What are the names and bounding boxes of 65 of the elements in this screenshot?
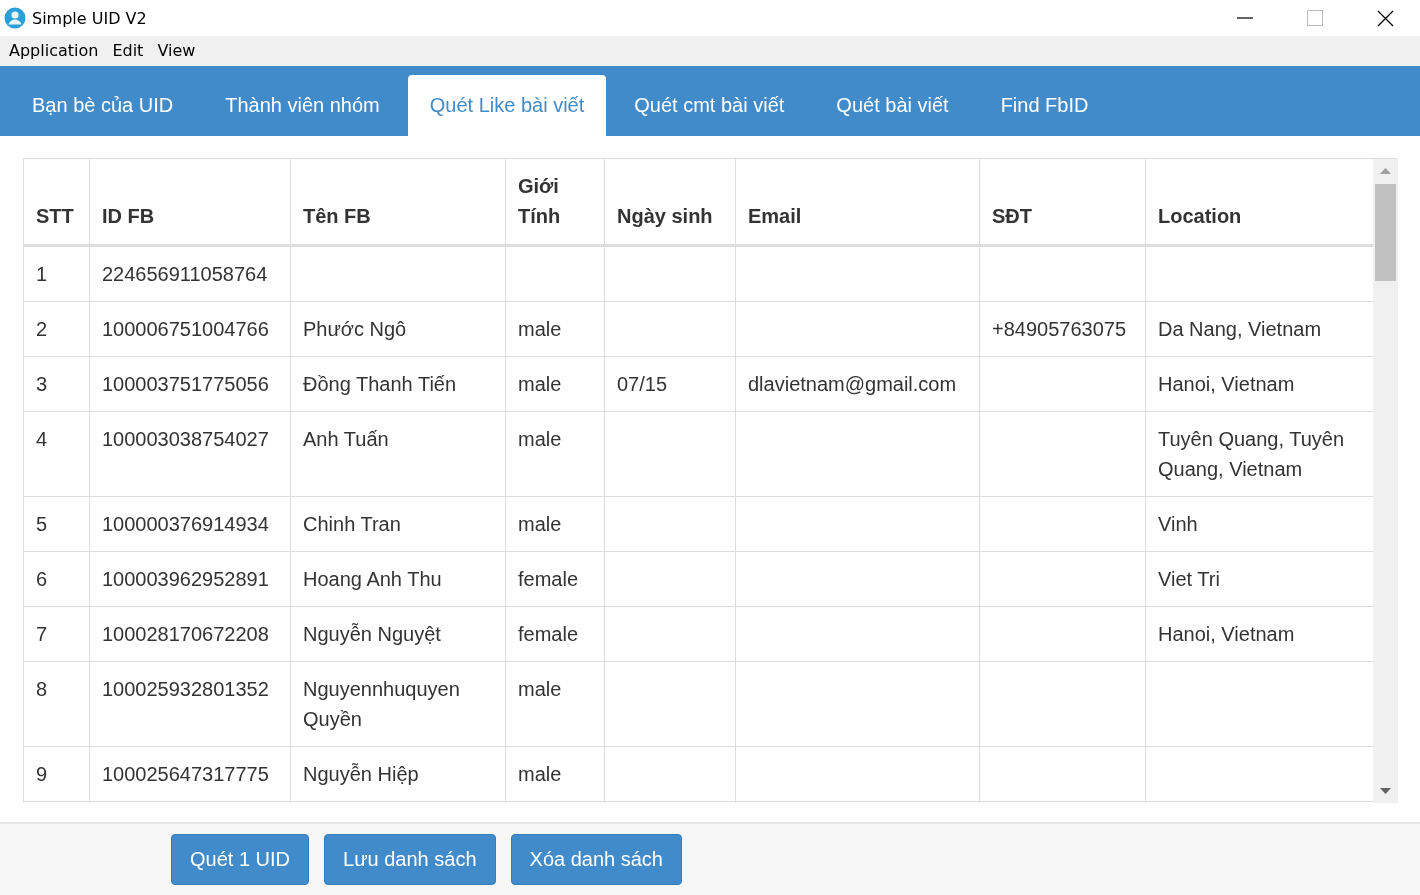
table-cell: Nguyễn Nguyệt — [290, 606, 506, 662]
action-button[interactable]: Lưu danh sách — [324, 834, 496, 886]
table-cell: Anh Tuấn — [290, 411, 506, 497]
column-header[interactable]: SĐT — [979, 159, 1146, 246]
column-header[interactable]: STT — [23, 159, 90, 246]
table-cell: Phước Ngô — [290, 301, 506, 357]
table-cell: 7 — [23, 606, 90, 662]
table-cell: dlavietnam@gmail.com — [735, 356, 980, 412]
table-cell: 100003751775056 — [89, 356, 291, 412]
table-cell: Chinh Tran — [290, 496, 506, 552]
table-cell: 100025932801352 — [89, 661, 291, 747]
action-button[interactable]: Xóa danh sách — [510, 834, 682, 886]
table-cell: Nguyennhuquyen Quyền — [290, 661, 506, 747]
table-cell: Nguyễn Hiệp — [290, 746, 506, 802]
table-cell: 100000376914934 — [89, 496, 291, 552]
column-header[interactable]: ID FB — [89, 159, 291, 246]
tab[interactable]: Quét bài viết — [812, 75, 973, 137]
table-cell: 100028170672208 — [89, 606, 291, 662]
table-cell: female — [505, 551, 605, 607]
table-cell: female — [505, 606, 605, 662]
table-cell: 5 — [23, 496, 90, 552]
tab[interactable]: Bạn bè của UID — [8, 75, 198, 137]
table-cell: male — [505, 356, 605, 412]
table-cell: male — [505, 411, 605, 497]
table-cell: 9 — [23, 746, 90, 802]
table-cell: male — [505, 661, 605, 747]
action-button[interactable]: Quét 1 UID — [171, 834, 310, 886]
minimize-icon — [1237, 17, 1253, 19]
table-cell: 6 — [23, 551, 90, 607]
window-title: Simple UID V2 — [32, 8, 148, 28]
app-logo-icon — [4, 7, 26, 29]
column-header[interactable]: Email — [735, 159, 980, 246]
scrollbar-thumb[interactable] — [1375, 184, 1396, 282]
table-cell: 07/15 — [604, 356, 736, 412]
table-cell: 224656911058764 — [89, 245, 291, 302]
column-header[interactable]: Giới Tính — [505, 159, 605, 246]
table-cell: Đồng Thanh Tiến — [290, 356, 506, 412]
tab[interactable]: Find FbID — [976, 75, 1113, 137]
tab[interactable]: Thành viên nhóm — [201, 75, 404, 137]
table-cell: 100025647317775 — [89, 746, 291, 802]
table-cell: 100003038754027 — [89, 411, 291, 497]
maximize-icon — [1307, 10, 1323, 26]
table-cell: Hoang Anh Thu — [290, 551, 506, 607]
table-cell: 1 — [23, 245, 90, 302]
table-cell: 100003962952891 — [89, 551, 291, 607]
tab[interactable]: Quét cmt bài viết — [610, 75, 809, 137]
menu-item[interactable]: Application — [2, 41, 106, 61]
tab[interactable]: Quét Like bài viết — [407, 75, 607, 137]
scroll-down-arrow-icon[interactable] — [1380, 788, 1391, 796]
menu-item[interactable]: View — [150, 41, 203, 61]
column-header[interactable]: Tên FB — [290, 159, 506, 246]
menu-item[interactable]: Edit — [105, 41, 151, 61]
table-cell: male — [505, 746, 605, 802]
table-cell: 8 — [23, 661, 90, 747]
table-cell: +84905763075 — [979, 301, 1146, 357]
table-cell: 2 — [23, 301, 90, 357]
scroll-up-arrow-icon[interactable] — [1380, 167, 1391, 175]
table-cell: male — [505, 301, 605, 357]
scrollbar[interactable] — [1373, 159, 1398, 804]
table-cell: 100006751004766 — [89, 301, 291, 357]
column-header[interactable]: Ngày sinh — [604, 159, 736, 246]
table-cell: 3 — [23, 356, 90, 412]
table-cell: male — [505, 496, 605, 552]
table-cell: 4 — [23, 411, 90, 497]
close-icon — [1376, 9, 1394, 27]
